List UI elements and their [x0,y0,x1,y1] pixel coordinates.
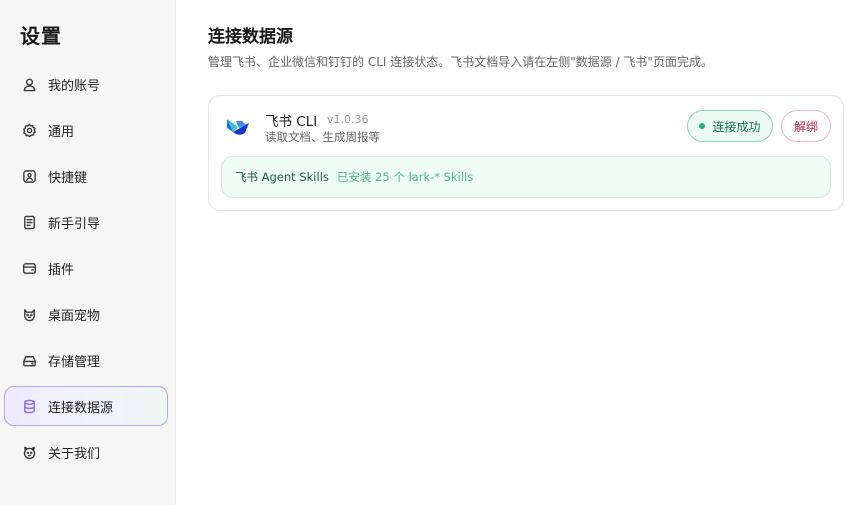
gear-icon [21,122,37,138]
cli-description: 读取文档、生成周报等 [265,130,380,144]
sidebar-item-label: 通用 [48,124,75,140]
cli-name: 飞书 CLI [265,114,318,130]
user-icon [21,76,37,92]
pet-icon [21,306,37,322]
feishu-cli-card: 飞书 CLI v1.0.36 读取文档、生成周报等 连接成功 解绑 飞书 Age… [208,95,844,211]
sidebar: 设置 我的账号 通用 快捷键 新手引导 插件 桌面宠物 存储管理 连接数据源 关… [0,0,176,505]
sidebar-item-label: 插件 [48,262,75,278]
feishu-logo-icon [223,114,251,138]
page-description: 管理飞书、企业微信和钉钉的 CLI 连接状态。飞书文档导入请在左侧"数据源 / … [208,55,713,69]
wallet-icon [21,260,37,276]
sidebar-item-desktop-pet[interactable]: 桌面宠物 [4,294,168,334]
sidebar-item-shortcuts[interactable]: 快捷键 [4,156,168,196]
page-title: 连接数据源 [208,27,293,47]
sidebar-item-label: 存储管理 [48,354,101,370]
sidebar-item-storage[interactable]: 存储管理 [4,340,168,380]
sidebar-item-about[interactable]: 关于我们 [4,432,168,472]
database-icon [21,398,37,414]
skills-title: 飞书 Agent Skills [235,170,329,184]
sidebar-item-plugins[interactable]: 插件 [4,248,168,288]
skills-status: 已安装 25 个 lark-* Skills [336,170,474,184]
sidebar-item-label: 新手引导 [48,216,101,232]
status-label: 连接成功 [712,119,761,134]
sidebar-title: 设置 [20,24,62,48]
sidebar-item-label: 关于我们 [48,446,101,462]
connection-status-badge: 连接成功 [687,110,773,142]
pet-face-icon [21,444,37,460]
sidebar-item-label: 连接数据源 [48,400,114,416]
sidebar-nav: 我的账号 通用 快捷键 新手引导 插件 桌面宠物 存储管理 连接数据源 关于我们 [4,64,168,478]
sidebar-item-general[interactable]: 通用 [4,110,168,150]
keyboard-icon [21,168,37,184]
main-content: 连接数据源 管理飞书、企业微信和钉钉的 CLI 连接状态。飞书文档导入请在左侧"… [176,0,857,505]
sidebar-item-account[interactable]: 我的账号 [4,64,168,104]
unbind-button[interactable]: 解绑 [781,110,831,142]
storage-icon [21,352,37,368]
agent-skills-bar: 飞书 Agent Skills 已安装 25 个 lark-* Skills [221,156,831,198]
sidebar-item-label: 快捷键 [48,170,88,186]
cli-version: v1.0.36 [327,113,369,126]
sidebar-item-data-sources[interactable]: 连接数据源 [4,386,168,426]
sidebar-item-onboarding[interactable]: 新手引导 [4,202,168,242]
status-dot-icon [699,123,706,129]
sidebar-item-label: 桌面宠物 [48,308,101,324]
document-icon [21,214,37,230]
sidebar-item-label: 我的账号 [48,78,101,94]
